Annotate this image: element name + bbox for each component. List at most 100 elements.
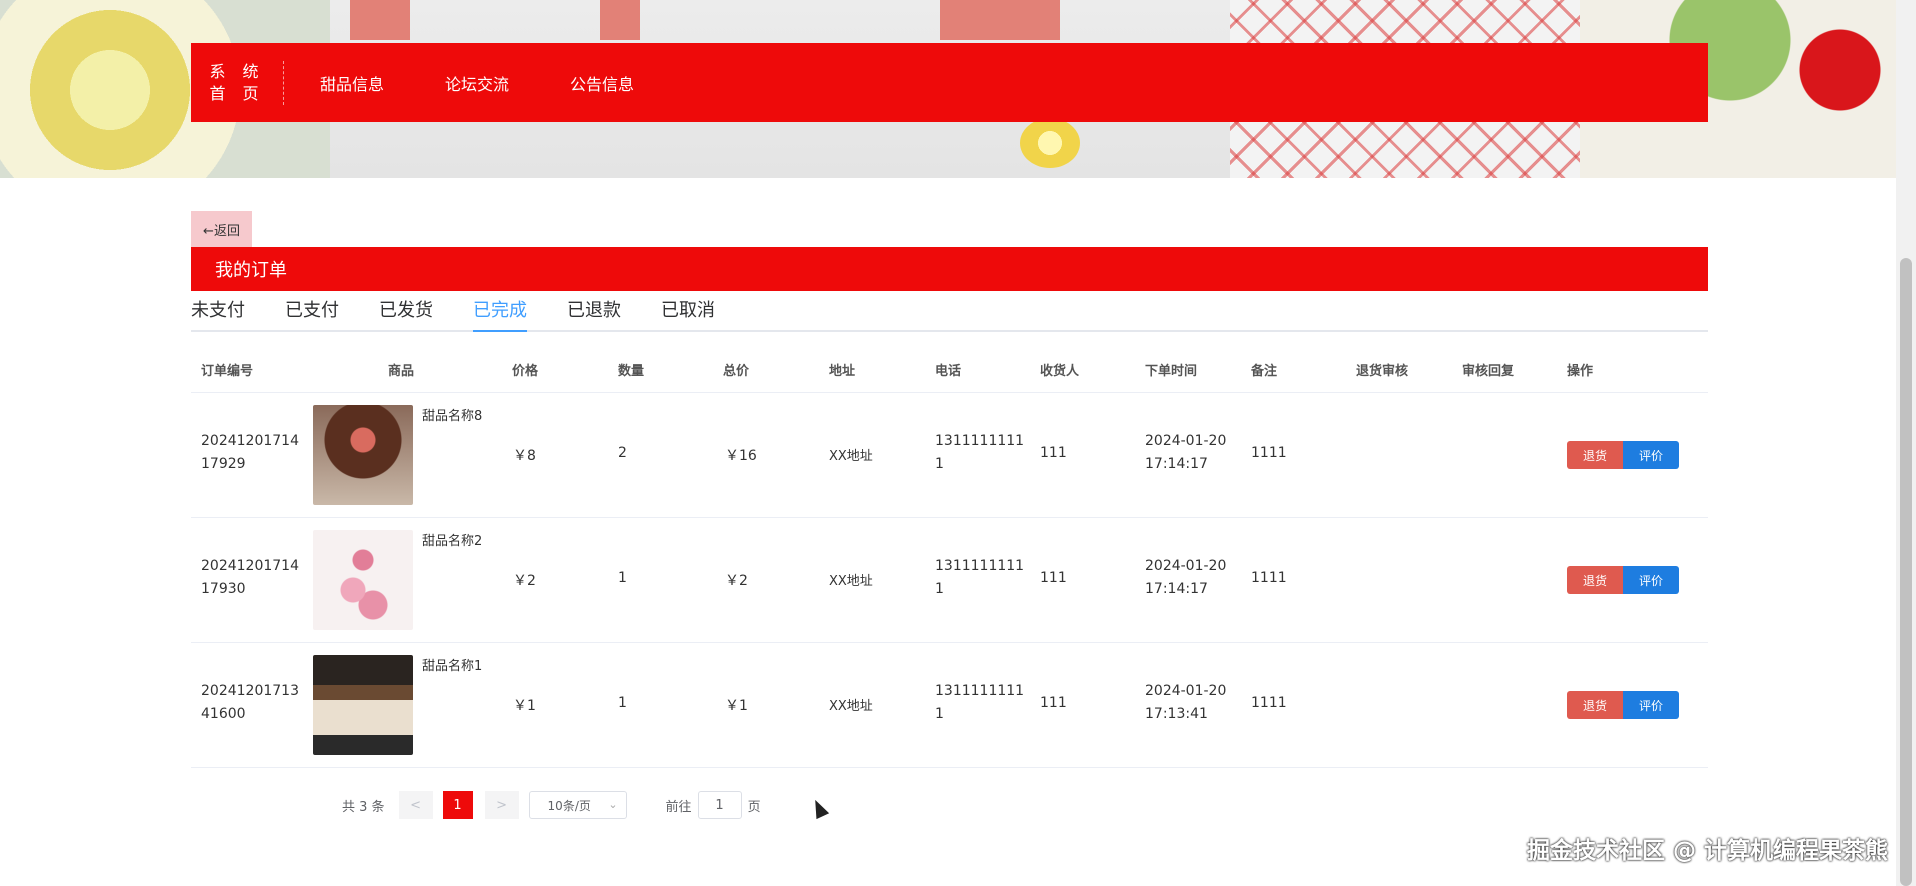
- top-nav: 系 统 首 页 甜品信息 论坛交流 公告信息: [191, 43, 1708, 122]
- order-no-part2: 17930: [201, 581, 246, 597]
- nav-item-desserts[interactable]: 甜品信息: [320, 71, 384, 95]
- order-date: 2024-01-20: [1145, 433, 1227, 449]
- tab-shipped[interactable]: 已发货: [379, 291, 433, 330]
- header-qty: 数量: [618, 364, 645, 379]
- review-button[interactable]: 评价: [1623, 691, 1679, 719]
- phone-part2: 1: [935, 456, 944, 472]
- orders-table: 订单编号 商品 价格 数量 总价 地址 电话 收货人 下单时间 备注 退货审核 …: [191, 345, 1708, 768]
- total: ￥2: [725, 573, 748, 589]
- tab-completed[interactable]: 已完成: [473, 291, 527, 332]
- review-button[interactable]: 评价: [1623, 566, 1679, 594]
- prev-page-button[interactable]: <: [398, 791, 433, 819]
- order-time: 2024-01-20 17:14:17: [1145, 555, 1245, 601]
- phone: 1311111111 1: [935, 555, 1025, 601]
- page-title: 我的订单: [191, 247, 1708, 291]
- tab-paid[interactable]: 已支付: [285, 291, 339, 330]
- tab-refunded[interactable]: 已退款: [567, 291, 621, 330]
- row-actions: 退货 评价: [1567, 691, 1679, 719]
- order-no-cell: 20241201713 41600: [201, 680, 301, 726]
- note: 1111: [1251, 695, 1287, 711]
- page-size-select[interactable]: 10条/页 ⌄: [528, 791, 627, 819]
- page-scrollbar[interactable]: [1896, 0, 1916, 886]
- note: 1111: [1251, 570, 1287, 586]
- order-no-part2: 17929: [201, 456, 246, 472]
- next-page-button[interactable]: >: [484, 791, 519, 819]
- nav-home-line2: 首 页: [209, 83, 265, 103]
- product-image: [313, 530, 413, 630]
- order-clock: 17:14:17: [1145, 581, 1208, 597]
- pagination: 共 3 条 < 1 > 10条/页 ⌄ 前往 页: [342, 791, 761, 819]
- phone: 1311111111 1: [935, 430, 1025, 476]
- phone: 1311111111 1: [935, 680, 1025, 726]
- total: ￥16: [725, 448, 757, 464]
- header-receiver: 收货人: [1040, 364, 1080, 379]
- order-no-part2: 41600: [201, 706, 246, 722]
- order-no-part1: 20241201714: [201, 433, 299, 449]
- product-name: 甜品名称1: [422, 659, 483, 674]
- price: ￥8: [513, 448, 536, 464]
- page-size-value: 10条/页: [547, 798, 591, 813]
- goto-suffix: 页: [747, 799, 761, 815]
- back-button[interactable]: ←返回: [191, 211, 252, 247]
- phone-part2: 1: [935, 706, 944, 722]
- goto-label: 前往: [665, 799, 692, 815]
- order-no-cell: 20241201714 17929: [201, 430, 301, 476]
- nav-item-notices[interactable]: 公告信息: [570, 71, 634, 95]
- header-actions: 操作: [1567, 364, 1594, 379]
- banner-decoration: [600, 0, 640, 40]
- header-order-no: 订单编号: [201, 364, 254, 379]
- header-return-audit: 退货审核: [1356, 364, 1409, 379]
- nav-home-line1: 系 统: [209, 61, 265, 81]
- total: ￥1: [725, 698, 748, 714]
- phone-part1: 1311111111: [935, 433, 1025, 449]
- address: XX地址: [829, 574, 873, 589]
- return-button[interactable]: 退货: [1567, 691, 1623, 719]
- table-header: 订单编号 商品 价格 数量 总价 地址 电话 收货人 下单时间 备注 退货审核 …: [191, 345, 1708, 393]
- receiver: 111: [1040, 570, 1067, 586]
- tab-cancelled[interactable]: 已取消: [661, 291, 715, 330]
- return-button[interactable]: 退货: [1567, 566, 1623, 594]
- goto-page-input[interactable]: [697, 791, 742, 819]
- address: XX地址: [829, 449, 873, 464]
- page-number-1[interactable]: 1: [442, 791, 473, 819]
- order-time: 2024-01-20 17:14:17: [1145, 430, 1245, 476]
- header-note: 备注: [1251, 364, 1278, 379]
- receiver: 111: [1040, 695, 1067, 711]
- phone-part2: 1: [935, 581, 944, 597]
- quantity: 2: [618, 445, 627, 461]
- table-row: 20241201713 41600 甜品名称1 ￥1 1 ￥1 XX地址 131…: [191, 643, 1708, 768]
- return-button[interactable]: 退货: [1567, 441, 1623, 469]
- phone-part1: 1311111111: [935, 558, 1025, 574]
- product-image: [313, 655, 413, 755]
- note: 1111: [1251, 445, 1287, 461]
- order-clock: 17:13:41: [1145, 706, 1208, 722]
- scrollbar-thumb[interactable]: [1900, 258, 1912, 886]
- quantity: 1: [618, 570, 627, 586]
- header-phone: 电话: [935, 364, 962, 379]
- header-price: 价格: [512, 364, 539, 379]
- header-order-time: 下单时间: [1145, 364, 1198, 379]
- banner-decoration: [350, 0, 410, 40]
- order-no-part1: 20241201714: [201, 558, 299, 574]
- nav-home[interactable]: 系 统 首 页: [191, 60, 284, 105]
- header-address: 地址: [829, 364, 856, 379]
- pagination-total: 共 3 条: [342, 799, 385, 815]
- order-time: 2024-01-20 17:13:41: [1145, 680, 1245, 726]
- row-actions: 退货 评价: [1567, 566, 1679, 594]
- review-button[interactable]: 评价: [1623, 441, 1679, 469]
- watermark: 掘金技术社区 @ 计算机编程果茶熊: [1526, 838, 1888, 864]
- order-clock: 17:14:17: [1145, 456, 1208, 472]
- order-status-tabs: 未支付 已支付 已发货 已完成 已退款 已取消: [191, 291, 1708, 332]
- product-name: 甜品名称8: [422, 409, 483, 424]
- order-no-cell: 20241201714 17930: [201, 555, 301, 601]
- price: ￥2: [513, 573, 536, 589]
- header-audit-reply: 审核回复: [1462, 364, 1515, 379]
- nav-item-forum[interactable]: 论坛交流: [445, 71, 509, 95]
- mouse-cursor-icon: [808, 796, 830, 820]
- row-actions: 退货 评价: [1567, 441, 1679, 469]
- header-product: 商品: [388, 364, 415, 379]
- address: XX地址: [829, 699, 873, 714]
- tab-unpaid[interactable]: 未支付: [191, 291, 245, 330]
- quantity: 1: [618, 695, 627, 711]
- order-no-part1: 20241201713: [201, 683, 299, 699]
